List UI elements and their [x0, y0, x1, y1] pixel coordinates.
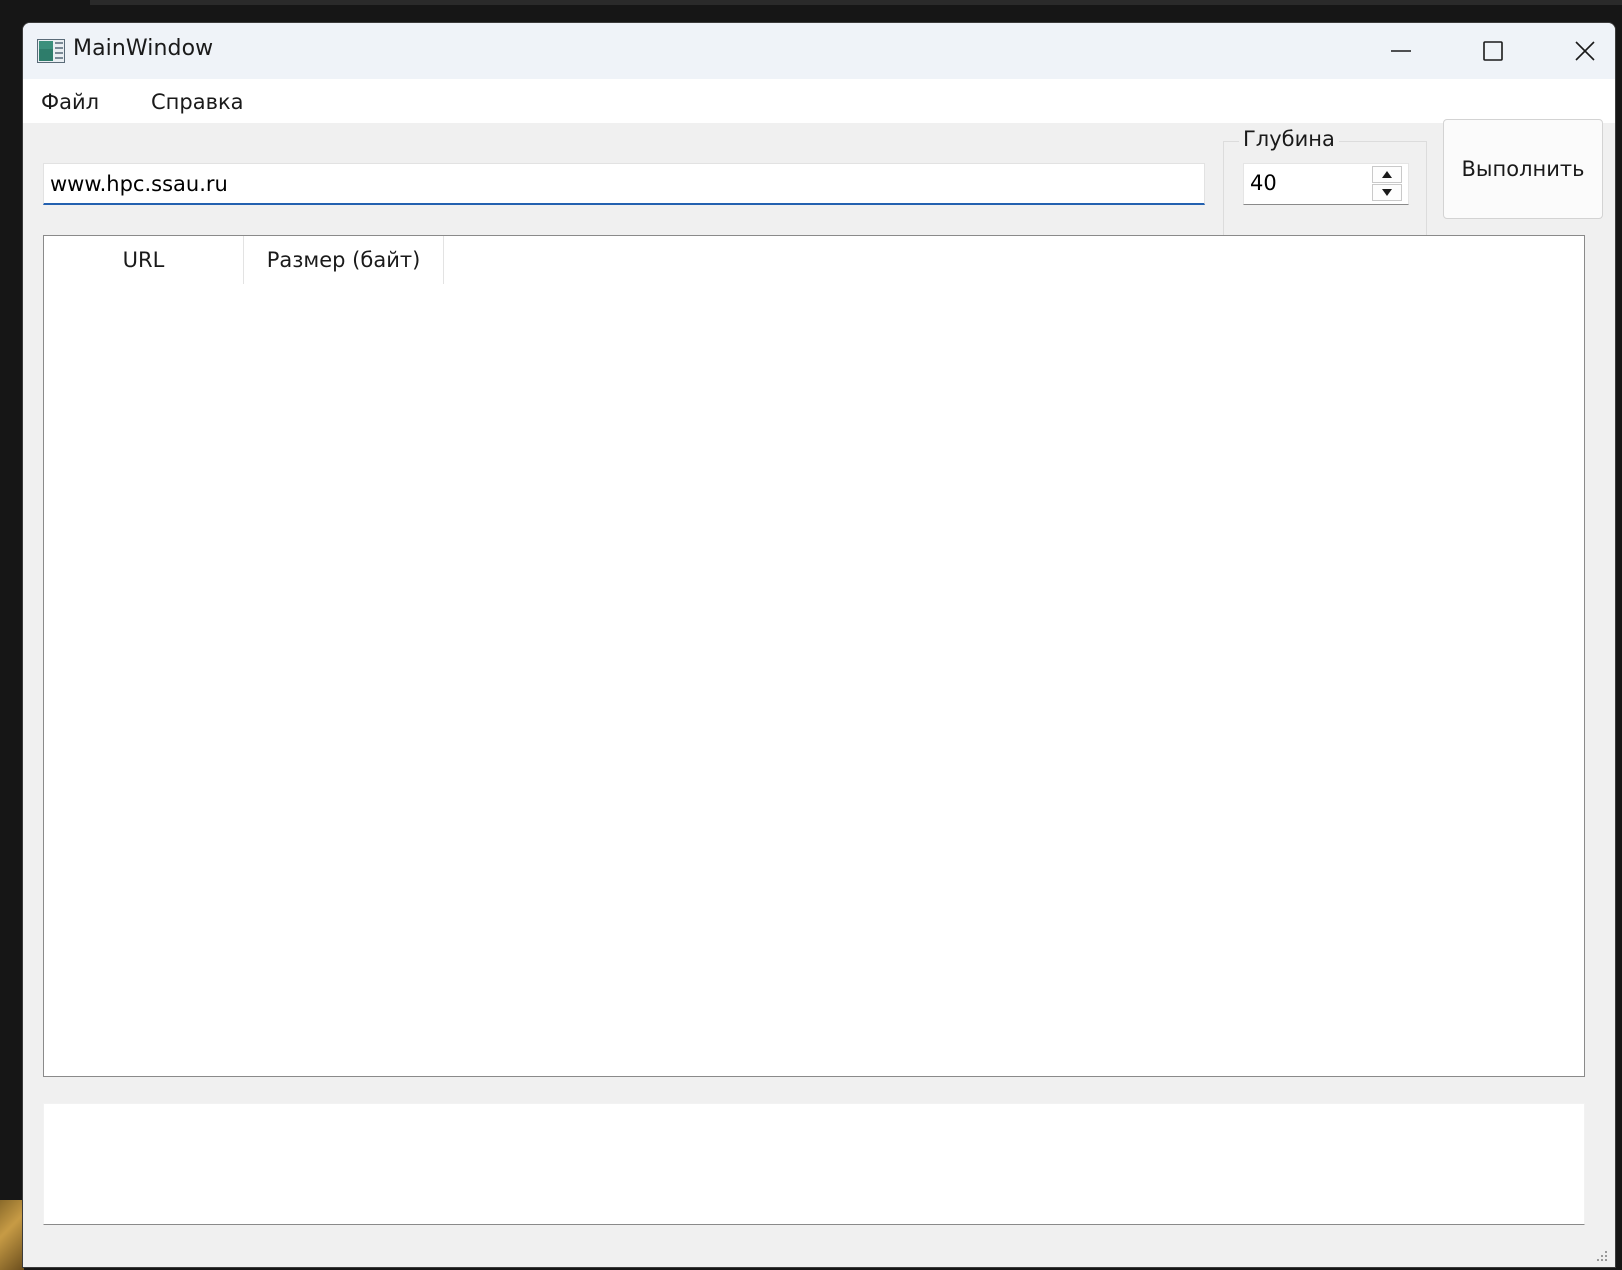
minimize-button[interactable]	[1355, 23, 1447, 79]
caret-up-icon	[1382, 171, 1392, 178]
desktop-wallpaper-fragment	[0, 1200, 24, 1270]
maximize-icon	[1483, 41, 1503, 61]
minimize-icon	[1391, 50, 1411, 52]
table-header: URL Размер (байт)	[44, 236, 444, 284]
app-icon	[37, 39, 65, 63]
size-grip-icon[interactable]	[1593, 1247, 1609, 1263]
desktop-background-top	[90, 0, 1622, 5]
spin-up-button[interactable]	[1372, 166, 1402, 183]
window-title: MainWindow	[73, 36, 214, 61]
close-button[interactable]	[1539, 23, 1615, 79]
close-icon	[1575, 41, 1595, 61]
column-header-size[interactable]: Размер (байт)	[244, 236, 444, 284]
depth-value[interactable]: 40	[1250, 171, 1277, 195]
title-bar[interactable]: MainWindow	[23, 23, 1615, 79]
main-window: MainWindow Файл Справка Глубина 40	[22, 22, 1616, 1268]
spin-down-button[interactable]	[1372, 184, 1402, 201]
maximize-button[interactable]	[1447, 23, 1539, 79]
menu-file[interactable]: Файл	[33, 88, 107, 116]
depth-label: Глубина	[1239, 127, 1339, 151]
url-input[interactable]	[43, 163, 1205, 205]
run-button[interactable]: Выполнить	[1443, 119, 1603, 219]
menu-bar: Файл Справка	[23, 79, 1615, 123]
log-output[interactable]	[43, 1103, 1585, 1225]
results-table[interactable]: URL Размер (байт)	[43, 235, 1585, 1077]
caret-down-icon	[1382, 189, 1392, 196]
menu-help[interactable]: Справка	[143, 88, 252, 116]
column-header-url[interactable]: URL	[44, 236, 244, 284]
depth-spinbox[interactable]: 40	[1243, 163, 1409, 205]
